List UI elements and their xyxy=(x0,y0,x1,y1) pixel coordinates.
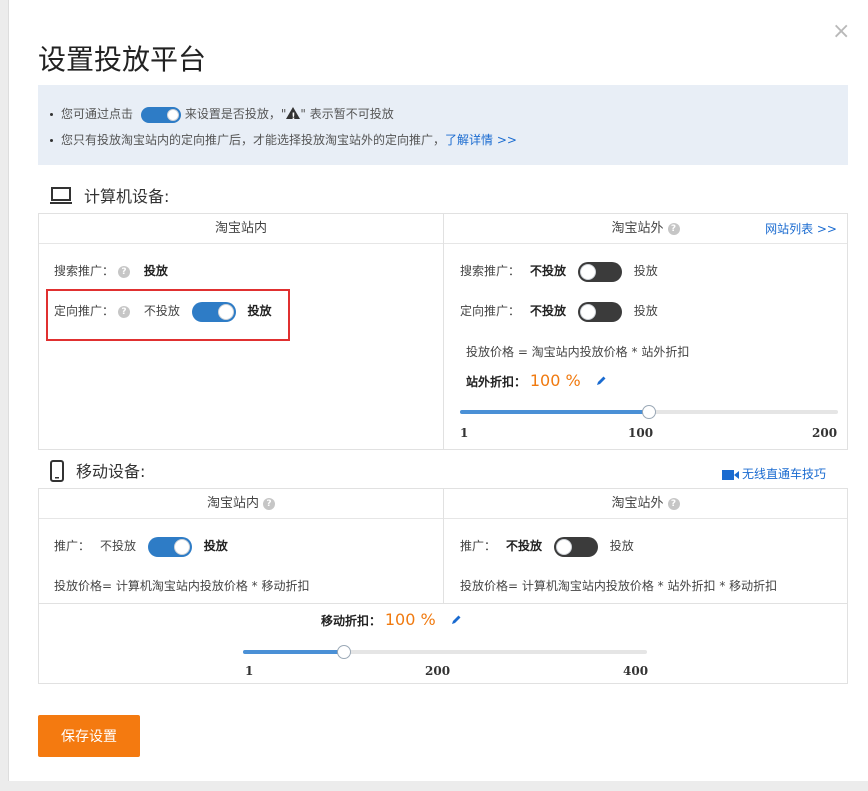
promo-on-label: 投放 xyxy=(609,539,634,553)
mobile-inner-header: 淘宝站内? xyxy=(39,489,443,519)
edit-pencil-icon[interactable] xyxy=(595,372,607,394)
learn-more-link[interactable]: 了解详情 >> xyxy=(445,133,517,147)
mobile-discount-row: 移动折扣： 100 % xyxy=(321,609,462,631)
mobile-outer-promo-row: 推广： 不投放 投放 xyxy=(460,535,634,557)
laptop-icon xyxy=(50,186,72,209)
help-icon[interactable]: ? xyxy=(667,222,680,235)
mobile-heading-text: 移动设备: xyxy=(76,462,146,481)
notice-box: 您可通过点击 来设置是否投放，" " 表示暂不可投放 您只有投放淘宝站内的定向推广… xyxy=(38,85,848,165)
slider-mid-label: 200 xyxy=(425,664,451,678)
promo-off-label: 不投放 xyxy=(506,539,543,553)
mobile-section-heading: 移动设备: xyxy=(50,458,145,486)
mobile-outer-pane: 淘宝站外? 推广： 不投放 投放 投放价格= 计算机淘宝站内投放价格 * 站外折扣… xyxy=(444,489,847,603)
slider-max-label: 200 xyxy=(812,426,838,440)
computer-outer-discount-slider[interactable] xyxy=(460,405,838,419)
mobile-inner-promo-row: 推广： 不投放 投放 xyxy=(54,535,228,557)
mobile-phone-icon xyxy=(50,459,64,486)
computer-outer-header-text: 淘宝站外 xyxy=(611,221,664,236)
search-off-label: 不投放 xyxy=(530,264,567,278)
slider-min-label: 1 xyxy=(460,426,469,440)
computer-outer-formula: 投放价格 = 淘宝站内投放价格 * 站外折扣 xyxy=(466,345,690,359)
mobile-inner-pane: 淘宝站内? 推广： 不投放 投放 投放价格= 计算机淘宝站内投放价格 * 移动折扣 xyxy=(39,489,444,603)
help-icon[interactable]: ? xyxy=(263,497,275,510)
targeted-on-label: 投放 xyxy=(633,304,658,318)
search-promo-label: 搜索推广： xyxy=(460,264,521,278)
dialog-title: 设置投放平台 xyxy=(38,43,207,76)
computer-outer-pane: 淘宝站外? 网站列表 >> 搜索推广： 不投放 投放 定向推广： 不投放 投放 投放… xyxy=(444,214,847,449)
search-on-label: 投放 xyxy=(633,264,658,278)
promo-on-label: 投放 xyxy=(203,539,228,553)
notice-line-1-suffix-a: 来设置是否投放，" xyxy=(184,107,287,121)
site-list-link[interactable]: 网站列表 >> xyxy=(765,214,837,244)
mobile-discount-slider[interactable] xyxy=(243,645,647,659)
search-promo-value: 投放 xyxy=(143,264,168,278)
mobile-outer-formula: 投放价格= 计算机淘宝站内投放价格 * 站外折扣 * 移动折扣 xyxy=(460,579,778,593)
wireless-tips-text: 无线直通车技巧 xyxy=(742,467,827,481)
save-settings-button[interactable]: 保存设置 xyxy=(38,715,140,757)
mobile-settings-panel: 淘宝站内? 推广： 不投放 投放 投放价格= 计算机淘宝站内投放价格 * 移动折扣… xyxy=(38,488,848,684)
computer-outer-header: 淘宝站外? 网站列表 >> xyxy=(444,214,847,244)
computer-outer-targeted-toggle[interactable] xyxy=(577,301,622,322)
slider-fill xyxy=(243,650,344,654)
promo-label: 推广： xyxy=(460,539,497,553)
discount-value: 100 % xyxy=(529,371,581,390)
notice-line-2: 您只有投放淘宝站内的定向推广后，才能选择投放淘宝站外的定向推广，了解详情 >> xyxy=(50,131,517,149)
slider-max-label: 400 xyxy=(623,664,649,678)
wireless-tips-link[interactable]: 无线直通车技巧 xyxy=(722,465,826,482)
targeted-off-label: 不投放 xyxy=(530,304,567,318)
slider-fill xyxy=(460,410,649,414)
computer-section-heading: 计算机设备: xyxy=(50,183,169,209)
computer-inner-header: 淘宝站内 xyxy=(39,214,443,244)
mobile-outer-promo-toggle[interactable] xyxy=(553,536,598,557)
promo-off-label: 不投放 xyxy=(100,539,137,553)
computer-outer-targeted-row: 定向推广： 不投放 投放 xyxy=(460,300,658,322)
targeted-promo-label: 定向推广： xyxy=(460,304,521,318)
slider-handle[interactable] xyxy=(337,645,351,659)
discount-label: 站外折扣： xyxy=(466,375,527,389)
close-icon[interactable]: × xyxy=(832,21,850,43)
notice-line-2-text: 您只有投放淘宝站内的定向推广后，才能选择投放淘宝站外的定向推广， xyxy=(61,133,446,147)
mobile-discount-value: 100 % xyxy=(384,610,436,629)
toggle-example-icon xyxy=(140,106,181,123)
warning-icon xyxy=(286,107,301,126)
mobile-panes-row: 淘宝站内? 推广： 不投放 投放 投放价格= 计算机淘宝站内投放价格 * 移动折扣… xyxy=(39,489,847,604)
notice-line-1-suffix-b: " 表示暂不可投放 xyxy=(300,107,394,121)
mobile-discount-label: 移动折扣： xyxy=(321,614,382,628)
computer-heading-text: 计算机设备: xyxy=(84,187,170,206)
highlight-box xyxy=(46,289,290,341)
computer-inner-search-row: 搜索推广：? 投放 xyxy=(54,260,168,282)
mobile-inner-promo-toggle[interactable] xyxy=(147,536,192,557)
notice-line-1: 您可通过点击 来设置是否投放，" " 表示暂不可投放 xyxy=(50,105,394,126)
mobile-inner-formula: 投放价格= 计算机淘宝站内投放价格 * 移动折扣 xyxy=(54,579,310,593)
computer-outer-discount-row: 站外折扣： 100 % xyxy=(466,370,607,392)
help-icon[interactable]: ? xyxy=(118,265,131,278)
bullet-icon xyxy=(50,113,53,116)
video-icon xyxy=(722,469,739,480)
search-promo-label: 搜索推广： xyxy=(54,264,115,278)
promo-label: 推广： xyxy=(54,539,91,553)
bullet-icon xyxy=(50,139,53,142)
slider-min-label: 1 xyxy=(245,664,254,678)
notice-line-1-prefix: 您可通过点击 xyxy=(61,107,134,121)
mobile-inner-header-text: 淘宝站内 xyxy=(206,496,259,511)
computer-outer-search-toggle[interactable] xyxy=(577,261,622,282)
edit-pencil-icon[interactable] xyxy=(450,611,462,633)
slider-mid-label: 100 xyxy=(628,426,654,440)
help-icon[interactable]: ? xyxy=(667,497,680,510)
mobile-outer-header: 淘宝站外? xyxy=(444,489,847,519)
mobile-outer-header-text: 淘宝站外 xyxy=(611,496,664,511)
computer-outer-search-row: 搜索推广： 不投放 投放 xyxy=(460,260,658,282)
slider-handle[interactable] xyxy=(642,405,656,419)
